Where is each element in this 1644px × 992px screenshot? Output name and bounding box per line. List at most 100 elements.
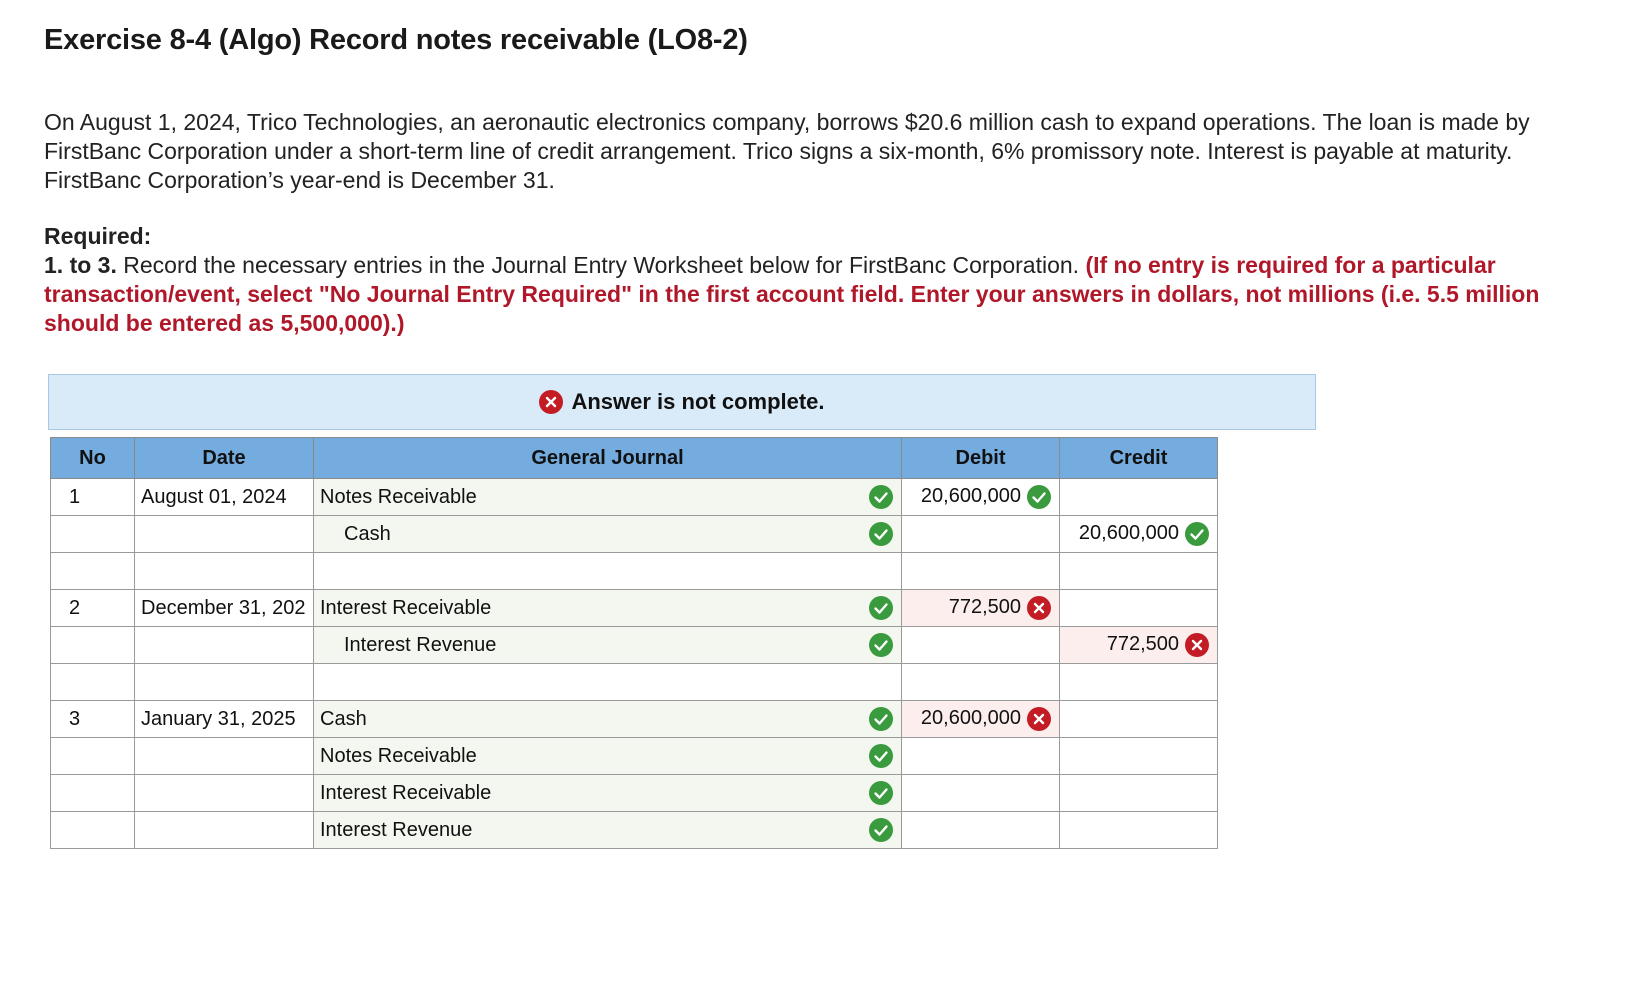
check-circle-icon [869, 522, 893, 546]
debit-field[interactable] [901, 811, 1060, 849]
credit-field[interactable] [1059, 811, 1218, 849]
journal-row: Interest Receivable [50, 774, 1218, 812]
account-name: Interest Receivable [320, 596, 492, 619]
account-field[interactable]: Interest Revenue [313, 811, 902, 849]
header-debit: Debit [901, 437, 1060, 479]
debit-field[interactable]: 20,600,000 [901, 700, 1060, 738]
account-status [869, 485, 893, 509]
account-name: Interest Receivable [320, 781, 492, 804]
x-circle-icon [1027, 596, 1051, 620]
required-number: 1. to 3. [44, 252, 117, 278]
account-field[interactable]: Cash [313, 700, 902, 738]
journal-row [50, 663, 1218, 701]
debit-field[interactable] [901, 663, 1060, 701]
journal-row: 1 August 01, 2024 Notes Receivable 20,600,0… [50, 478, 1218, 516]
check-circle-icon [1185, 522, 1209, 546]
account-status [869, 522, 893, 546]
check-circle-icon [1027, 485, 1051, 509]
check-circle-icon [869, 707, 893, 731]
date-field[interactable] [134, 811, 314, 849]
account-field[interactable]: Interest Receivable [313, 589, 902, 627]
account-status [869, 818, 893, 842]
account-status [869, 596, 893, 620]
account-field[interactable]: Notes Receivable [313, 737, 902, 775]
account-name: Notes Receivable [320, 485, 477, 508]
account-field[interactable]: Cash [313, 515, 902, 553]
date-field[interactable]: August 01, 2024 [134, 478, 314, 516]
date-field[interactable] [134, 626, 314, 664]
row-number [50, 774, 135, 812]
debit-amount: 20,600,000 [920, 485, 1021, 508]
account-field[interactable]: Notes Receivable [313, 478, 902, 516]
row-number [50, 663, 135, 701]
row-number [50, 811, 135, 849]
check-circle-icon [869, 818, 893, 842]
row-number [50, 737, 135, 775]
header-general-journal: General Journal [313, 437, 902, 479]
row-number: 3 [50, 700, 135, 738]
date-field[interactable]: January 31, 2025 [134, 700, 314, 738]
check-circle-icon [869, 744, 893, 768]
debit-field[interactable]: 20,600,000 [901, 478, 1060, 516]
credit-field[interactable] [1059, 663, 1218, 701]
check-circle-icon [869, 485, 893, 509]
journal-body: 1 August 01, 2024 Notes Receivable 20,600,0… [50, 478, 1218, 849]
check-circle-icon [869, 633, 893, 657]
row-number [50, 552, 135, 590]
account-field[interactable] [313, 552, 902, 590]
credit-field[interactable] [1059, 774, 1218, 812]
debit-amount: 772,500 [948, 596, 1021, 619]
account-name: Interest Revenue [320, 818, 473, 841]
credit-field[interactable] [1059, 589, 1218, 627]
required-heading: Required: [44, 223, 152, 249]
row-number [50, 626, 135, 664]
credit-field[interactable] [1059, 737, 1218, 775]
account-name: Cash [320, 707, 367, 730]
date-field[interactable] [134, 552, 314, 590]
required-section: Required: 1. to 3. Record the necessary … [44, 222, 1584, 338]
account-name: Interest Revenue [344, 633, 497, 656]
credit-field[interactable]: 772,500 [1059, 626, 1218, 664]
account-status [869, 633, 893, 657]
answer-status-text: Answer is not complete. [571, 389, 825, 414]
credit-field[interactable] [1059, 552, 1218, 590]
debit-field[interactable]: 772,500 [901, 589, 1060, 627]
x-circle-icon [539, 390, 564, 414]
credit-field[interactable] [1059, 700, 1218, 738]
header-date: Date [134, 437, 314, 479]
debit-field[interactable] [901, 515, 1060, 553]
account-name: Cash [344, 522, 391, 545]
date-field[interactable] [134, 737, 314, 775]
account-field[interactable]: Interest Receivable [313, 774, 902, 812]
required-text: Record the necessary entries in the Jour… [123, 252, 1080, 278]
header-credit: Credit [1059, 437, 1218, 479]
journal-row [50, 552, 1218, 590]
credit-field[interactable]: 20,600,000 [1059, 515, 1218, 553]
header-no: No [50, 437, 135, 479]
answer-status-banner: Answer is not complete. [48, 374, 1316, 430]
row-number: 1 [50, 478, 135, 516]
journal-row: 3 January 31, 2025 Cash 20,600,000 [50, 700, 1218, 738]
account-field[interactable] [313, 663, 902, 701]
debit-field[interactable] [901, 737, 1060, 775]
date-field[interactable] [134, 663, 314, 701]
credit-field[interactable] [1059, 478, 1218, 516]
check-circle-icon [869, 781, 893, 805]
debit-field[interactable] [901, 626, 1060, 664]
account-field[interactable]: Interest Revenue [313, 626, 902, 664]
row-number: 2 [50, 589, 135, 627]
date-field[interactable] [134, 774, 314, 812]
check-circle-icon [869, 596, 893, 620]
journal-row: Interest Revenue 772,500 [50, 626, 1218, 664]
account-status [869, 744, 893, 768]
journal-row: 2 December 31, 202 Interest Receivable 772,… [50, 589, 1218, 627]
row-number [50, 515, 135, 553]
debit-field[interactable] [901, 774, 1060, 812]
date-field[interactable]: December 31, 202 [134, 589, 314, 627]
journal-row: Interest Revenue [50, 811, 1218, 849]
problem-text: On August 1, 2024, Trico Technologies, a… [44, 109, 1530, 193]
debit-field[interactable] [901, 552, 1060, 590]
account-status [869, 781, 893, 805]
exercise-title: Exercise 8-4 (Algo) Record notes receiva… [44, 24, 748, 56]
date-field[interactable] [134, 515, 314, 553]
